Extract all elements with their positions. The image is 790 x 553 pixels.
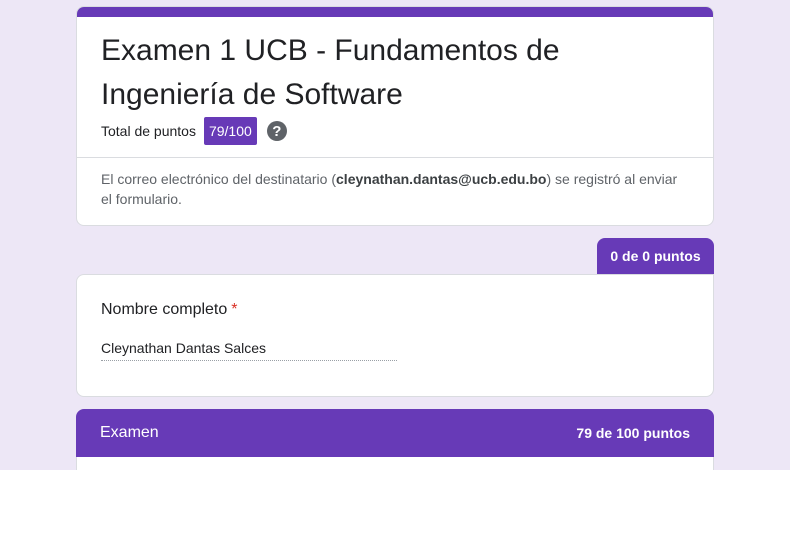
form-header-card: Examen 1 UCB - Fundamentos de Ingeniería… <box>76 6 714 226</box>
exam-section-header: Examen 79 de 100 puntos <box>76 409 714 457</box>
total-score-label: Total de puntos <box>101 123 196 139</box>
total-score-row: Total de puntos 79/100 ? <box>101 116 287 146</box>
exam-section-body <box>76 457 714 470</box>
email-note: El correo electrónico del destinatario (… <box>101 169 691 209</box>
recipient-email: cleynathan.dantas@ucb.edu.bo <box>336 171 547 187</box>
total-score-badge: 79/100 <box>203 117 257 145</box>
help-icon[interactable]: ? <box>266 121 287 141</box>
question-label: Nombre completo <box>101 301 228 318</box>
exam-section-title: Examen <box>100 424 159 441</box>
exam-section-score: 79 de 100 puntos <box>576 425 690 441</box>
header-accent-bar <box>77 7 713 17</box>
answer-value: Cleynathan Dantas Salces <box>101 340 397 361</box>
form-title: Examen 1 UCB - Fundamentos de Ingeniería… <box>101 34 560 111</box>
required-mark: * <box>231 301 238 318</box>
name-question-card: Nombre completo * Cleynathan Dantas Salce… <box>76 274 714 397</box>
name-section-points-tab: 0 de 0 puntos <box>597 238 714 274</box>
email-note-prefix: El correo electrónico del destinatario ( <box>101 171 337 187</box>
question-title: Nombre completo * <box>101 301 238 319</box>
header-divider <box>77 157 713 158</box>
